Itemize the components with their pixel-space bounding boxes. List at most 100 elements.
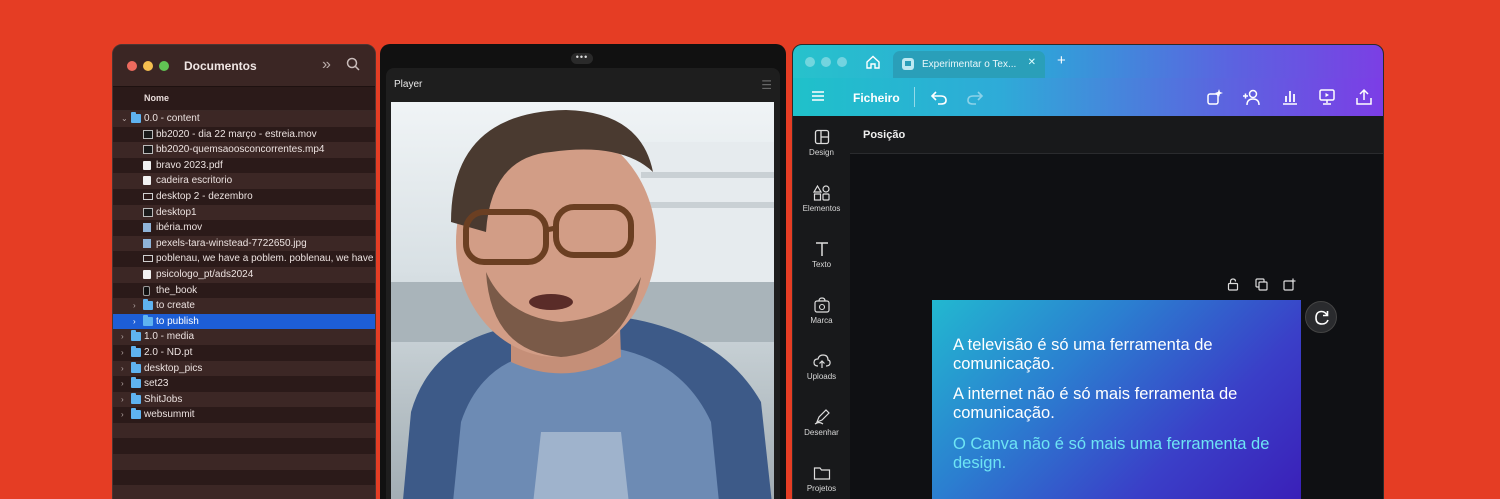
card-text-line-1[interactable]: A televisão é só uma ferramenta de comun… bbox=[953, 336, 1283, 374]
close-window-button[interactable] bbox=[805, 57, 815, 67]
folder-icon bbox=[793, 465, 850, 481]
hamburger-menu-icon[interactable] bbox=[811, 89, 825, 108]
file-row[interactable]: poblenau, we have a poblem. poblenau, we… bbox=[113, 251, 375, 267]
folder-row[interactable]: › ShitJobs bbox=[113, 391, 375, 408]
video-frame[interactable] bbox=[391, 102, 774, 499]
player-panel: Player ☰ bbox=[386, 68, 780, 499]
toolbar-divider bbox=[914, 87, 915, 107]
card-text-line-2[interactable]: A internet não é só mais ferramenta de c… bbox=[953, 385, 1283, 423]
duplicate-icon[interactable] bbox=[1255, 278, 1268, 296]
tab-label: Experimentar o Tex... bbox=[922, 59, 1017, 70]
file-name: to create bbox=[156, 300, 195, 312]
sidebar-item-design[interactable]: Design bbox=[793, 129, 850, 157]
close-window-button[interactable] bbox=[127, 61, 137, 71]
chevron-right-icon[interactable]: › bbox=[133, 298, 136, 314]
share-people-icon[interactable] bbox=[1242, 88, 1262, 111]
file-row[interactable]: the_book bbox=[113, 282, 375, 299]
chevron-right-icon[interactable]: › bbox=[121, 392, 124, 408]
magic-sparkle-icon[interactable] bbox=[1206, 88, 1224, 111]
shapes-icon bbox=[793, 185, 850, 201]
finder-window: Documentos » Nome ⌄ 0.0 - content bb2020 -… bbox=[112, 44, 376, 499]
file-row[interactable]: desktop 2 - dezembro bbox=[113, 188, 375, 205]
chevron-right-icon[interactable]: › bbox=[133, 314, 136, 330]
folder-row[interactable]: › 2.0 - ND.pt bbox=[113, 344, 375, 361]
folder-row[interactable]: › to create bbox=[113, 298, 375, 314]
sidebar-item-label: Design bbox=[809, 148, 834, 157]
file-name: desktop_pics bbox=[144, 362, 203, 374]
folder-row[interactable]: › set23 bbox=[113, 376, 375, 392]
more-toolbar-icon[interactable]: » bbox=[322, 56, 331, 74]
editor-canvas-area: Posição A televisão é só uma ferramenta … bbox=[850, 116, 1383, 499]
file-name: psicologo_pt/ads2024 bbox=[156, 268, 254, 280]
empty-row bbox=[113, 469, 375, 486]
new-tab-button[interactable]: + bbox=[1057, 52, 1066, 69]
file-menu-button[interactable]: Ficheiro bbox=[853, 91, 900, 105]
tab-document[interactable]: Experimentar o Tex... ✕ bbox=[893, 51, 1045, 78]
editor-sidebar: Design Elementos Texto Marca Uploads Desenhar… bbox=[793, 116, 850, 499]
chevron-right-icon[interactable]: › bbox=[121, 361, 124, 377]
file-row[interactable]: cadeira escritorio bbox=[113, 173, 375, 189]
video-still-image bbox=[391, 110, 774, 499]
document-file-icon bbox=[143, 160, 151, 170]
file-name: 0.0 - content bbox=[144, 113, 200, 124]
home-icon[interactable] bbox=[865, 54, 881, 75]
file-row[interactable]: bb2020 - dia 22 março - estreia.mov bbox=[113, 126, 375, 143]
file-row[interactable]: pexels-tara-winstead-7722650.jpg bbox=[113, 235, 375, 252]
file-name: 1.0 - media bbox=[144, 331, 195, 343]
file-name: desktop1 bbox=[156, 206, 197, 218]
card-text-line-3[interactable]: O Canva não é só mais uma ferramenta de … bbox=[953, 435, 1283, 473]
screenshot-file-icon bbox=[143, 192, 153, 200]
file-list: ⌄ 0.0 - content bb2020 - dia 22 março - es… bbox=[113, 111, 375, 499]
sidebar-item-label: Desenhar bbox=[804, 428, 839, 437]
column-header-name[interactable]: Nome bbox=[113, 87, 375, 111]
sidebar-item-marca[interactable]: Marca bbox=[793, 297, 850, 325]
lock-icon[interactable] bbox=[1227, 278, 1239, 296]
refresh-icon bbox=[1315, 310, 1329, 325]
layout-icon bbox=[793, 129, 850, 145]
folder-row[interactable]: › to publish bbox=[113, 313, 375, 330]
add-page-icon[interactable] bbox=[1283, 278, 1296, 296]
minimize-window-button[interactable] bbox=[143, 61, 153, 71]
close-tab-icon[interactable]: ✕ bbox=[1028, 57, 1036, 68]
folder-row[interactable]: ⌄ 0.0 - content bbox=[113, 111, 375, 127]
regenerate-button[interactable] bbox=[1305, 301, 1337, 333]
image-file-icon bbox=[143, 223, 151, 233]
search-icon[interactable] bbox=[346, 57, 360, 76]
chevron-right-icon[interactable]: › bbox=[121, 376, 124, 392]
folder-row[interactable]: › desktop_pics bbox=[113, 360, 375, 377]
file-row[interactable]: bravo 2023.pdf bbox=[113, 157, 375, 174]
folder-icon bbox=[131, 392, 141, 404]
sidebar-item-texto[interactable]: Texto bbox=[793, 241, 850, 269]
file-row[interactable]: bb2020-quemsaoosconcorrentes.mp4 bbox=[113, 142, 375, 158]
hamburger-menu-icon[interactable]: ☰ bbox=[761, 78, 772, 92]
folder-row[interactable]: › websummit bbox=[113, 407, 375, 423]
sidebar-item-label: Texto bbox=[811, 260, 832, 269]
sidebar-item-projetos[interactable]: Projetos bbox=[793, 465, 850, 493]
upload-share-icon[interactable] bbox=[1355, 88, 1373, 111]
chevron-right-icon[interactable]: › bbox=[121, 329, 124, 345]
folder-row[interactable]: › 1.0 - media bbox=[113, 329, 375, 345]
sidebar-item-desenhar[interactable]: Desenhar bbox=[793, 409, 850, 437]
design-page[interactable]: A televisão é só uma ferramenta de comun… bbox=[932, 300, 1301, 499]
zoom-window-button[interactable] bbox=[837, 57, 847, 67]
folder-icon bbox=[131, 361, 141, 373]
present-icon[interactable] bbox=[1318, 88, 1336, 111]
document-file-icon bbox=[143, 269, 151, 279]
window-options-button[interactable]: ••• bbox=[571, 53, 593, 64]
zoom-window-button[interactable] bbox=[159, 61, 169, 71]
redo-icon[interactable] bbox=[966, 88, 984, 111]
file-row[interactable]: psicologo_pt/ads2024 bbox=[113, 266, 375, 283]
minimize-window-button[interactable] bbox=[821, 57, 831, 67]
folder-icon bbox=[143, 314, 153, 326]
sidebar-item-label: Projetos bbox=[806, 484, 837, 493]
sidebar-item-uploads[interactable]: Uploads bbox=[793, 353, 850, 381]
chevron-right-icon[interactable]: › bbox=[121, 345, 124, 361]
chevron-right-icon[interactable]: › bbox=[121, 407, 124, 423]
insights-chart-icon[interactable] bbox=[1281, 88, 1299, 111]
undo-icon[interactable] bbox=[930, 88, 948, 111]
file-row[interactable]: ibéria.mov bbox=[113, 220, 375, 236]
chevron-down-icon[interactable]: ⌄ bbox=[121, 111, 128, 127]
brand-icon bbox=[793, 297, 850, 313]
file-row[interactable]: desktop1 bbox=[113, 204, 375, 221]
sidebar-item-elementos[interactable]: Elementos bbox=[793, 185, 850, 213]
